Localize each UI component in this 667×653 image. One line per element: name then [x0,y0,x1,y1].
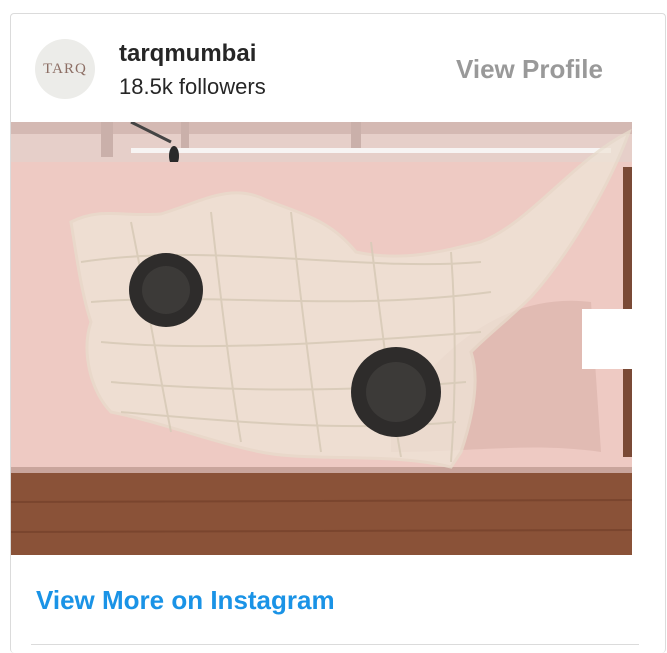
avatar-label: TARQ [43,60,87,77]
artwork-photo-icon [11,122,632,555]
carousel-next-button[interactable] [582,309,642,369]
view-more-on-instagram-link[interactable]: View More on Instagram [36,585,335,616]
followers-count: 18.5k followers [119,74,266,99]
username[interactable]: tarqmumbai [119,40,256,68]
post-image[interactable] [11,122,632,555]
view-profile-link[interactable]: View Profile [456,54,603,85]
instagram-embed-card: TARQ tarqmumbai 18.5k followers View Pro… [10,13,666,653]
avatar[interactable]: TARQ [35,39,95,99]
